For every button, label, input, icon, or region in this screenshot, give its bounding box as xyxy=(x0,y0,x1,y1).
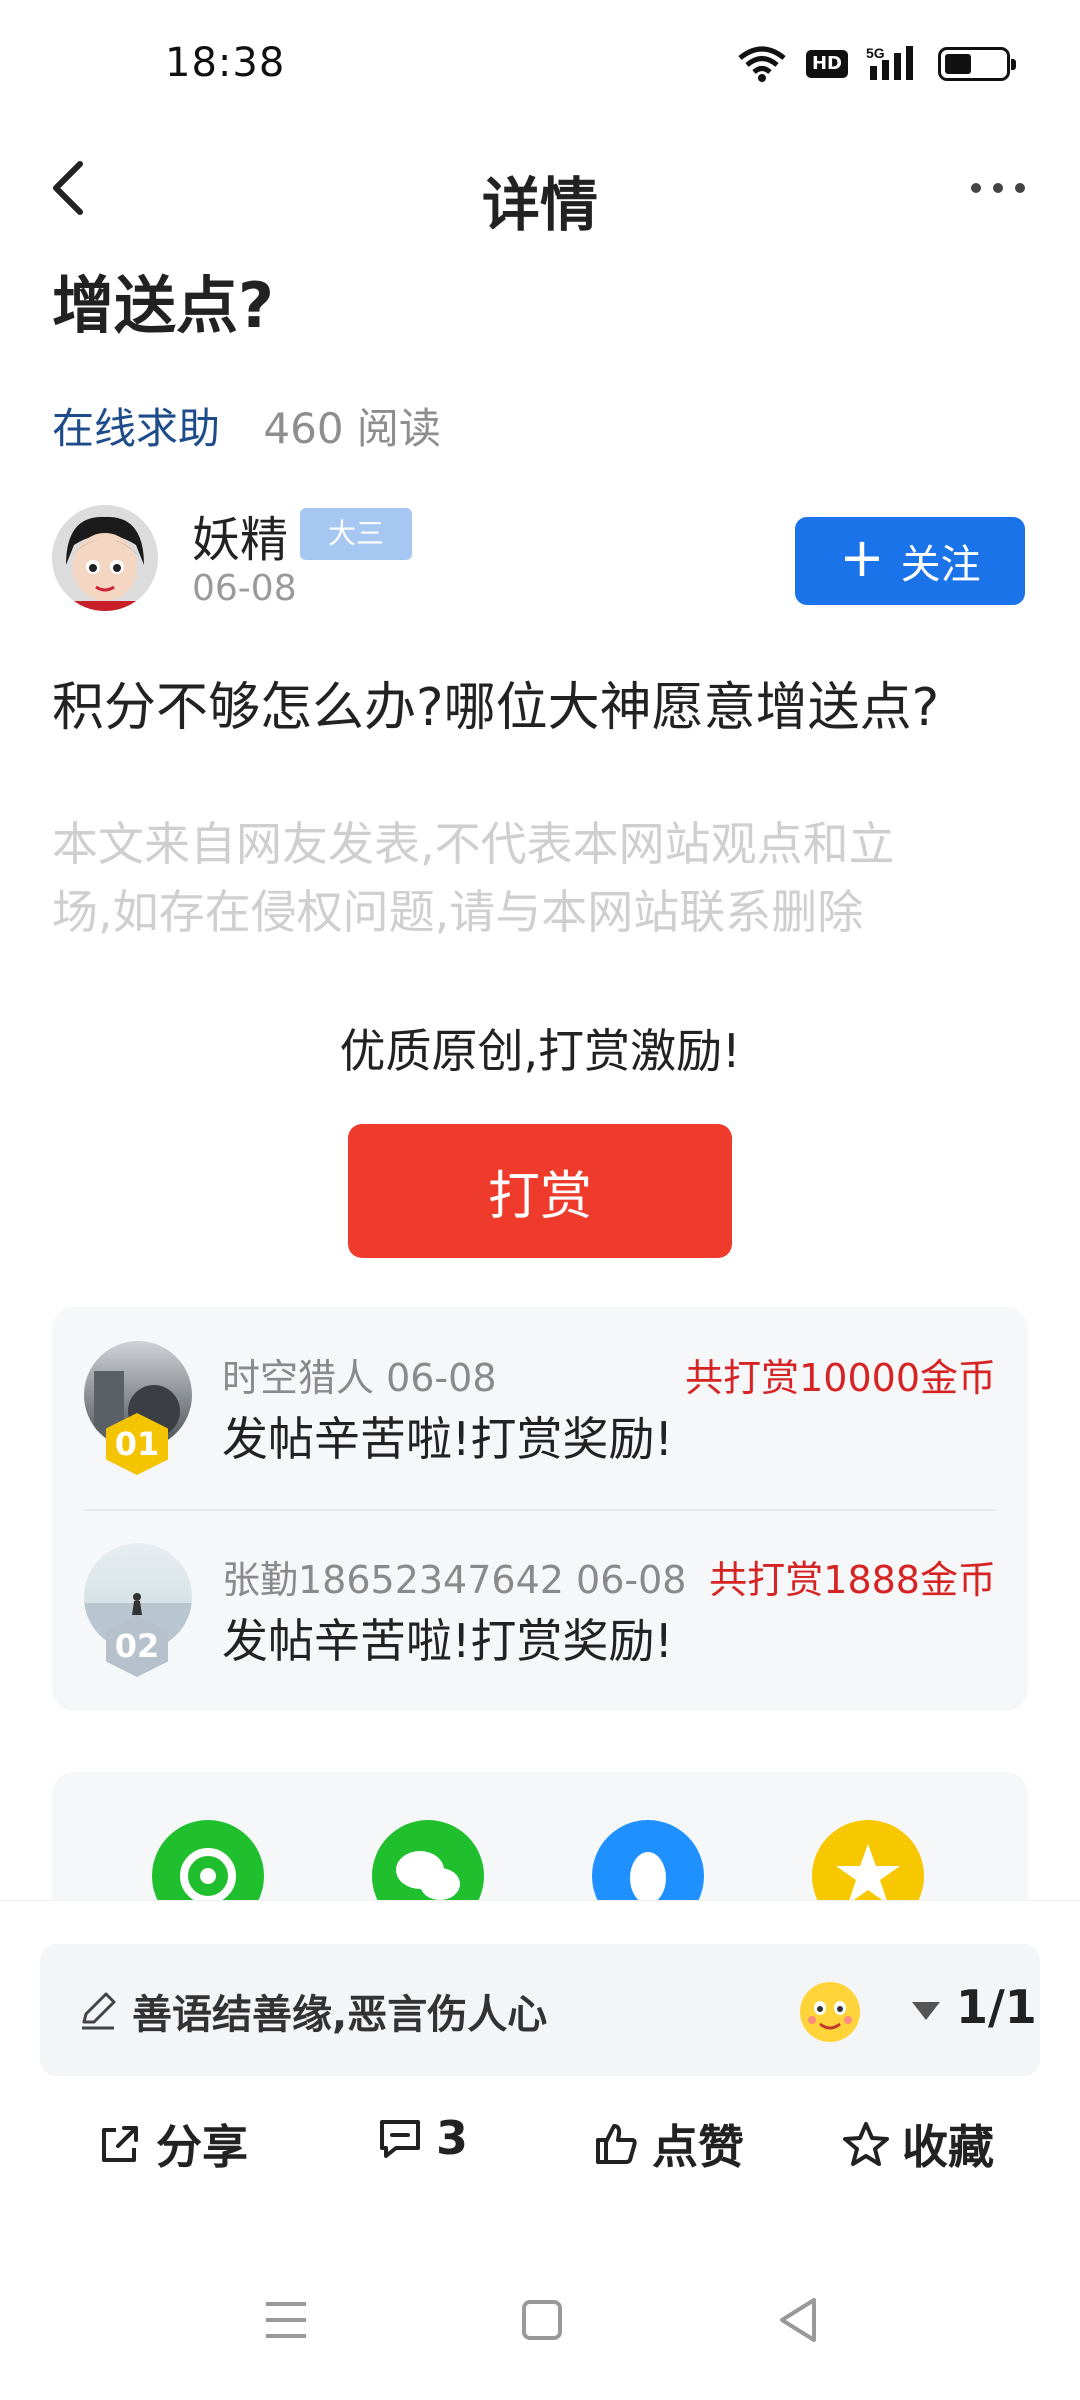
qzone-icon[interactable] xyxy=(812,1820,924,1902)
reward-entry[interactable]: 01 时空猎人 06-08 共打赏10000金币 发帖辛苦啦!打赏奖励! xyxy=(84,1335,996,1515)
back-icon[interactable] xyxy=(768,2290,828,2350)
category-link[interactable]: 在线求助 xyxy=(52,404,220,453)
rewarder-name: 时空猎人 06-08 xyxy=(222,1356,497,1400)
reward-tip: 优质原创,打赏激励! xyxy=(339,1024,741,1078)
follow-label: 关注 xyxy=(900,542,981,588)
disclaimer: 本文来自网友发表,不代表本网站观点和立 场,如存在侵权问题,请与本网站联系删除 xyxy=(52,810,1042,946)
post-date: 06-08 xyxy=(192,568,297,609)
reward-amount: 共打赏10000金币 xyxy=(685,1356,996,1400)
wifi-icon xyxy=(738,46,786,82)
author-badge: 大三 xyxy=(300,508,412,560)
action-bar: 分享 3 点赞 收藏 xyxy=(0,2101,1080,2201)
dropdown-caret-icon[interactable] xyxy=(912,2002,940,2020)
avatar-image xyxy=(52,505,158,611)
moments-icon[interactable] xyxy=(152,1820,264,1902)
favorite-button[interactable]: 收藏 xyxy=(842,2111,994,2177)
comment-button[interactable]: 3 xyxy=(376,2111,468,2165)
share-panel xyxy=(52,1772,1028,1902)
reward-message: 发帖辛苦啦!打赏奖励! xyxy=(222,1614,673,1668)
reward-button[interactable]: 打赏 xyxy=(348,1124,732,1258)
post-meta: 在线求助 460 阅读 xyxy=(52,395,441,456)
plus-icon: + xyxy=(839,526,885,589)
star-icon xyxy=(843,2122,889,2166)
read-count: 460 阅读 xyxy=(263,404,441,453)
top-nav-bar: 详情 xyxy=(0,140,1080,240)
divider xyxy=(84,1509,996,1511)
menu-icon[interactable] xyxy=(256,2290,316,2350)
emoji-icon[interactable] xyxy=(792,1972,868,2048)
pencil-icon xyxy=(82,1992,116,2030)
page-title: 详情 xyxy=(481,171,598,239)
signal-icon: 5G xyxy=(866,45,913,80)
share-button[interactable]: 分享 xyxy=(96,2111,248,2177)
post-body: 积分不够怎么办?哪位大神愿意增送点? xyxy=(52,678,940,738)
reward-entry[interactable]: 02 张勤18652347642 06-08 共打赏1888金币 发帖辛苦啦!打… xyxy=(84,1537,996,1717)
comment-placeholder: 善语结善缘,恶言伤人心 xyxy=(132,1992,548,2038)
status-icons: HD 5G xyxy=(736,44,1016,84)
network-label: 5G xyxy=(866,45,885,61)
page-indicator[interactable]: 1/1 xyxy=(956,1980,1037,2034)
more-options-icon[interactable] xyxy=(968,170,1028,206)
follow-button[interactable]: + 关注 xyxy=(795,517,1025,605)
wechat-icon[interactable] xyxy=(372,1820,484,1902)
reward-list: 01 时空猎人 06-08 共打赏10000金币 发帖辛苦啦!打赏奖励! 02 … xyxy=(52,1307,1028,1711)
comment-input[interactable]: 善语结善缘,恶言伤人心 1/1 xyxy=(40,1944,1040,2076)
share-label: 分享 xyxy=(156,2120,248,2174)
share-icon xyxy=(102,2126,138,2162)
author-name[interactable]: 妖精 xyxy=(192,500,288,570)
post-title: 增送点? xyxy=(52,269,274,342)
rewarder-name: 张勤18652347642 06-08 xyxy=(222,1558,687,1602)
battery-icon xyxy=(938,47,1016,81)
comment-count: 3 xyxy=(436,2111,469,2165)
comment-icon xyxy=(380,2120,420,2158)
favorite-label: 收藏 xyxy=(902,2120,994,2174)
system-nav-bar xyxy=(0,2280,1080,2380)
hd-icon: HD xyxy=(805,50,848,78)
thumbs-up-icon xyxy=(596,2124,637,2164)
reward-amount: 共打赏1888金币 xyxy=(709,1558,996,1602)
status-time: 18:38 xyxy=(165,40,286,86)
author-avatar[interactable] xyxy=(52,505,158,611)
qq-icon[interactable] xyxy=(592,1820,704,1902)
home-icon[interactable] xyxy=(512,2290,572,2350)
disclaimer-line: 场,如存在侵权问题,请与本网站联系删除 xyxy=(52,885,864,939)
disclaimer-line: 本文来自网友发表,不代表本网站观点和立 xyxy=(52,817,895,871)
reward-message: 发帖辛苦啦!打赏奖励! xyxy=(222,1412,673,1466)
like-button[interactable]: 点赞 xyxy=(592,2111,744,2177)
status-bar: 18:38 HD 5G xyxy=(0,0,1080,130)
like-label: 点赞 xyxy=(652,2120,744,2174)
